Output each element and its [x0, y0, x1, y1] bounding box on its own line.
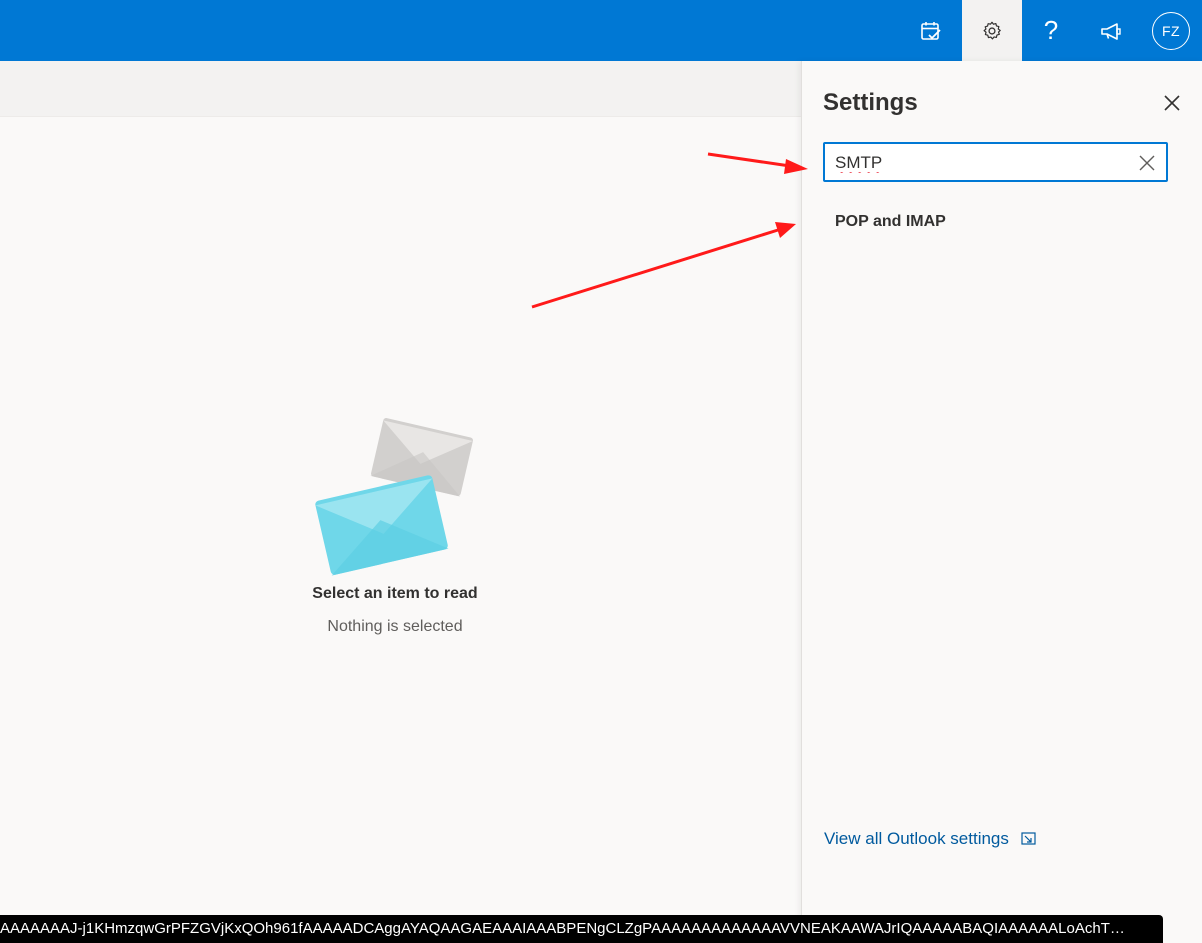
settings-title: Settings: [823, 89, 918, 116]
command-bar: [0, 61, 801, 117]
close-settings-button[interactable]: [1158, 89, 1186, 117]
settings-button[interactable]: [962, 0, 1022, 61]
avatar: FZ: [1152, 11, 1190, 50]
clear-search-button[interactable]: [1135, 151, 1159, 175]
empty-state-title: Select an item to read: [312, 585, 478, 602]
search-result-pop-imap[interactable]: POP and IMAP: [823, 206, 1168, 238]
my-day-button[interactable]: [901, 0, 961, 61]
close-icon: [1164, 95, 1180, 111]
empty-state-subtitle: Nothing is selected: [327, 618, 463, 635]
top-bar: ? FZ: [0, 0, 1202, 61]
settings-panel: Settings POP and IMAP View all Outlook s…: [801, 61, 1202, 943]
settings-search-box: [823, 142, 1168, 182]
status-url-bar: AAAAAAAJ-j1KHmzqwGrPFZGVjKxQOh961fAAAAAD…: [0, 915, 1163, 943]
my-day-icon: [921, 21, 941, 40]
help-button[interactable]: ?: [1021, 0, 1081, 61]
feedback-button[interactable]: [1081, 0, 1141, 61]
close-icon: [1139, 155, 1155, 171]
account-button[interactable]: FZ: [1141, 0, 1201, 61]
help-icon: ?: [1043, 15, 1059, 45]
view-all-settings-link[interactable]: View all Outlook settings: [824, 829, 1037, 849]
view-all-settings-label: View all Outlook settings: [824, 829, 1009, 848]
envelopes-illustration: [315, 418, 473, 576]
settings-search-input[interactable]: [835, 152, 1125, 174]
gear-icon: [983, 21, 1001, 39]
open-panel-icon: [1021, 832, 1036, 845]
megaphone-icon: [1101, 22, 1121, 40]
